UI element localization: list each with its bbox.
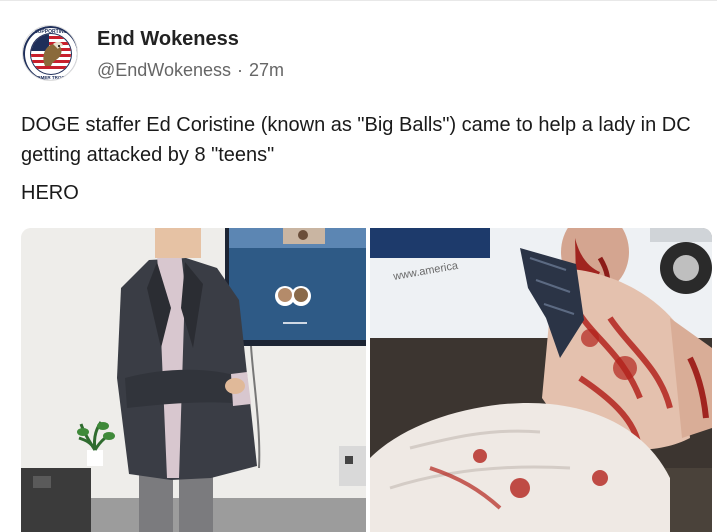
injured-man-photo[interactable]: www.america <box>370 228 712 532</box>
avatar-ring-bottom: FORMER TROOPS <box>31 75 71 80</box>
eagle-logo-icon: SUPPORTING FORMER TROOPS <box>23 26 77 80</box>
post-meta: @EndWokeness · 27m <box>97 60 284 81</box>
avatar[interactable]: SUPPORTING FORMER TROOPS <box>22 25 78 81</box>
avatar-ring-top: SUPPORTING <box>34 29 67 35</box>
handle[interactable]: @EndWokeness <box>97 60 231 80</box>
separator: · <box>237 60 244 80</box>
divider <box>0 0 717 1</box>
post-text-hero: HERO <box>21 182 79 204</box>
timestamp[interactable]: 27m <box>249 60 284 80</box>
display-name[interactable]: End Wokeness <box>97 28 239 51</box>
post-text: DOGE staffer Ed Coristine (known as "Big… <box>21 114 691 166</box>
post-card: SUPPORTING FORMER TROOPS End Wokeness @E… <box>0 0 717 532</box>
man-in-suit-photo[interactable] <box>21 228 366 532</box>
